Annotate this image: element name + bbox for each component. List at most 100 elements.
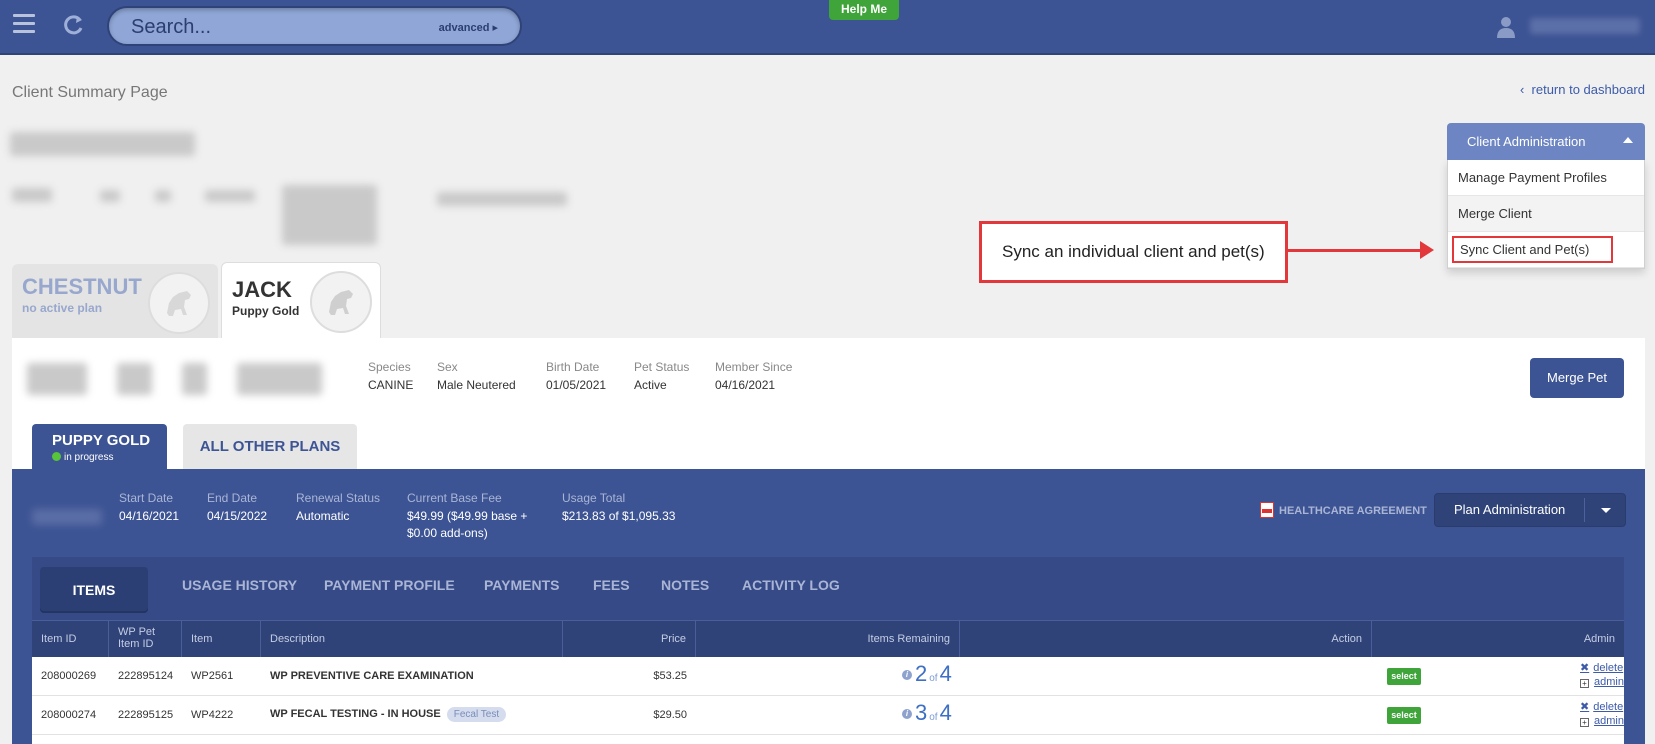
admin-link[interactable]: admin — [1594, 676, 1624, 688]
dog-icon — [310, 271, 372, 333]
tab-puppy-gold-plan[interactable]: PUPPY GOLD in progress — [32, 424, 167, 471]
of-label: of — [929, 673, 938, 684]
start-date-value: 04/16/2021 — [119, 509, 180, 523]
search-placeholder: Search... — [131, 16, 212, 38]
chevron-up-icon — [1623, 137, 1633, 143]
renewal-status-value: Automatic — [296, 509, 350, 523]
menu-icon[interactable] — [13, 14, 35, 34]
column-header-items-remaining[interactable]: Items Remaining — [696, 621, 960, 658]
client-details-redacted — [100, 190, 120, 202]
chevron-down-icon[interactable] — [1601, 508, 1611, 513]
description-cell: WP FECAL TESTING - IN HOUSE Fecal Test — [270, 707, 507, 722]
admin-links: ✖ delete + admin — [1580, 700, 1624, 728]
tab-payments[interactable]: PAYMENTS — [484, 575, 559, 595]
items-remaining-cell: i 3 of4 — [902, 700, 952, 726]
pet-name: JACK — [232, 277, 292, 302]
select-button[interactable]: select — [1387, 707, 1421, 724]
column-header-admin: Admin — [1583, 633, 1615, 645]
annotation-callout: Sync an individual client and pet(s) — [979, 221, 1288, 283]
client-details-redacted — [12, 188, 52, 202]
advanced-search-link[interactable]: advanced ▸ — [439, 21, 498, 34]
return-link-label: return to dashboard — [1531, 82, 1645, 97]
tab-notes[interactable]: NOTES — [661, 575, 709, 595]
tab-all-other-plans[interactable]: ALL OTHER PLANS — [183, 424, 357, 469]
member-since-value: 04/16/2021 — [715, 378, 776, 392]
search-input[interactable]: Search... advanced ▸ — [107, 6, 522, 46]
delete-link[interactable]: delete — [1593, 701, 1623, 713]
column-header-item[interactable]: Item — [182, 621, 261, 658]
menu-item-label: Merge Client — [1458, 206, 1532, 221]
user-icon[interactable] — [1496, 16, 1516, 38]
birth-date-label: Birth Date — [546, 360, 600, 374]
usage-total-value: $213.83 of $1,095.33 — [562, 509, 676, 523]
admin-link[interactable]: admin — [1594, 715, 1624, 727]
menu-item-merge-client[interactable]: Merge Client — [1448, 196, 1644, 232]
expand-icon[interactable]: + — [1580, 718, 1589, 727]
column-header-item-id[interactable]: Item ID — [32, 621, 109, 658]
plan-items-section: ITEMS USAGE HISTORY PAYMENT PROFILE PAYM… — [32, 557, 1624, 744]
merge-pet-button[interactable]: Merge Pet — [1530, 358, 1624, 398]
page-title: Client Summary Page — [12, 84, 168, 101]
table-row: 208000269 222895124 WP2561 WP PREVENTIVE… — [32, 657, 1624, 696]
of-label: of — [929, 712, 938, 723]
info-icon[interactable]: i — [902, 670, 912, 680]
healthcare-agreement-label: HEALTHCARE AGREEMENT — [1279, 505, 1427, 517]
delete-link[interactable]: delete — [1593, 662, 1623, 674]
menu-item-sync-client-and-pets[interactable]: Sync Client and Pet(s) — [1448, 232, 1644, 268]
pet-tab-chestnut[interactable]: CHESTNUT no active plan — [12, 264, 218, 340]
expand-icon[interactable]: + — [1580, 679, 1589, 688]
client-email-redacted — [437, 192, 567, 206]
advanced-label: advanced — [438, 22, 490, 34]
member-since-label: Member Since — [715, 360, 793, 374]
pet-plan: Puppy Gold — [232, 304, 300, 318]
tab-payment-profile[interactable]: PAYMENT PROFILE — [324, 575, 455, 595]
button-divider — [1584, 498, 1585, 522]
base-fee-line1: $49.99 ($49.99 base + — [407, 509, 528, 523]
item-code-cell: WP2561 — [191, 670, 234, 682]
items-table-body: 208000269 222895124 WP2561 WP PREVENTIVE… — [32, 657, 1624, 744]
delete-icon[interactable]: ✖ — [1580, 701, 1589, 713]
menu-item-manage-payment-profiles[interactable]: Manage Payment Profiles — [1448, 160, 1644, 196]
client-administration-dropdown: Client Administration Manage Payment Pro… — [1447, 123, 1645, 269]
help-me-button[interactable]: Help Me — [829, 0, 899, 20]
delete-icon[interactable]: ✖ — [1580, 662, 1589, 674]
column-header-price[interactable]: Price — [563, 621, 696, 658]
annotation-arrow-head — [1420, 241, 1434, 259]
select-button[interactable]: select — [1387, 668, 1421, 685]
plan-status-text: in progress — [64, 452, 114, 463]
user-name-redacted[interactable] — [1530, 18, 1640, 34]
client-administration-label: Client Administration — [1467, 134, 1586, 149]
category-tag: Fecal Test — [446, 707, 507, 722]
tab-items[interactable]: ITEMS — [40, 567, 148, 613]
tab-fees[interactable]: FEES — [593, 575, 630, 595]
client-administration-toggle[interactable]: Client Administration — [1447, 123, 1645, 160]
price-cell: $29.50 — [653, 709, 687, 721]
admin-links: ✖ delete + admin — [1580, 661, 1624, 689]
item-id-cell: 208000269 — [41, 670, 97, 682]
base-fee-line2: $0.00 add-ons) — [407, 526, 488, 540]
refresh-icon[interactable] — [60, 12, 86, 38]
dog-icon — [148, 272, 210, 334]
column-header-description[interactable]: Description — [261, 621, 563, 658]
healthcare-agreement-link[interactable]: HEALTHCARE AGREEMENT — [1260, 502, 1427, 518]
tab-usage-history[interactable]: USAGE HISTORY — [182, 575, 297, 595]
column-header-wp-pet-item-id[interactable]: WP Pet Item ID — [109, 621, 182, 658]
pet-details-redacted — [182, 363, 207, 395]
return-to-dashboard-link[interactable]: ‹ return to dashboard — [1520, 82, 1645, 97]
description-cell: WP PREVENTIVE CARE EXAMINATION — [270, 670, 474, 682]
wp-pet-item-id-cell: 222895125 — [118, 709, 174, 721]
pet-name: CHESTNUT — [22, 274, 142, 299]
species-value: CANINE — [368, 378, 414, 392]
header-line: Item ID — [118, 638, 154, 650]
total-count: 4 — [939, 700, 952, 725]
pet-details-redacted — [237, 363, 322, 395]
pet-tab-jack[interactable]: JACK Puppy Gold — [221, 262, 381, 342]
table-row: 208000274 222895125 WP4222 WP FECAL TEST… — [32, 696, 1624, 735]
wp-pet-item-id-cell: 222895124 — [118, 670, 174, 682]
remaining-count: 2 — [915, 661, 928, 686]
tab-activity-log[interactable]: ACTIVITY LOG — [742, 575, 840, 595]
info-icon[interactable]: i — [902, 709, 912, 719]
pet-details-redacted — [27, 363, 87, 395]
plan-administration-button[interactable]: Plan Administration — [1434, 493, 1626, 527]
items-remaining-cell: i 2 of4 — [902, 661, 952, 687]
